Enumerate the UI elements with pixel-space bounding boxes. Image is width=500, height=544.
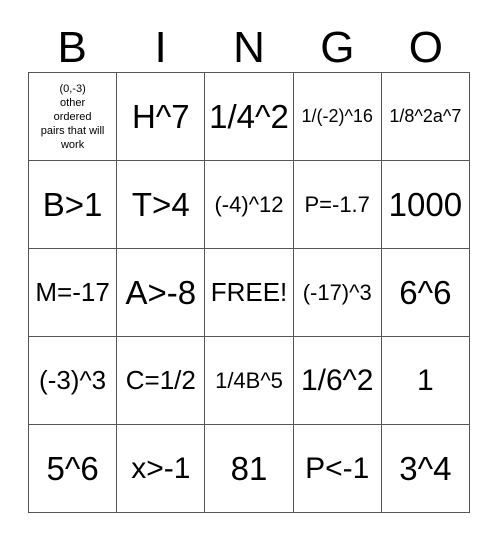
bingo-cell[interactable]: P<-1 [293,425,382,513]
bingo-cell-label: (0,-3) other ordered pairs that will wor… [40,82,105,151]
bingo-cell-label: T>4 [131,185,190,223]
bingo-cell-label: FREE! [210,277,288,307]
bingo-cell[interactable]: B>1 [29,161,118,249]
bingo-cell[interactable]: (-17)^3 [293,249,382,337]
bingo-header-letter-b: B [57,23,87,72]
bingo-cell[interactable]: (0,-3) other ordered pairs that will wor… [29,73,118,161]
bingo-header-letter-i: I [154,23,167,72]
bingo-cell-label: (-4)^12 [214,192,284,217]
bingo-header-letter-o: O [408,23,443,72]
bingo-cell[interactable]: 1/6^2 [293,337,382,425]
bingo-cell[interactable]: (-3)^3 [29,337,118,425]
bingo-cell[interactable]: T>4 [117,161,206,249]
bingo-cell[interactable]: A>-8 [117,249,206,337]
bingo-cell[interactable]: C=1/2 [117,337,206,425]
bingo-grid: (0,-3) other ordered pairs that will wor… [28,72,470,513]
bingo-cell-label: (-3)^3 [39,365,107,395]
bingo-cell-label: 1/8^2a^7 [389,106,462,126]
bingo-cell[interactable]: 1/4^2 [205,73,294,161]
bingo-cell-label: 1/4B^5 [215,368,283,393]
bingo-cell-label: 3^4 [399,449,452,487]
bingo-cell-label: 1/4^2 [209,97,289,135]
bingo-free-cell[interactable]: FREE! [205,249,294,337]
bingo-header-letter-g: G [320,23,355,72]
bingo-cell-label: H^7 [131,97,190,135]
bingo-cell-label: x>-1 [131,452,191,485]
bingo-cell-label: 1/6^2 [300,364,374,397]
bingo-cell-label: 1000 [388,185,463,223]
bingo-cell-label: 1/(-2)^16 [301,106,373,126]
bingo-cell-label: 81 [230,449,268,487]
bingo-card: B I N G O (0,-3) other ordered pairs tha… [0,0,500,544]
bingo-cell[interactable]: 6^6 [381,249,470,337]
bingo-cell-label: M=-17 [35,277,110,307]
bingo-cell[interactable]: 1 [381,337,470,425]
bingo-cell[interactable]: P=-1.7 [293,161,382,249]
bingo-cell[interactable]: H^7 [117,73,206,161]
bingo-cell[interactable]: 1/8^2a^7 [381,73,470,161]
bingo-cell[interactable]: 3^4 [381,425,470,513]
bingo-cell-label: B>1 [42,185,103,223]
bingo-cell[interactable]: M=-17 [29,249,118,337]
bingo-cell[interactable]: 81 [205,425,294,513]
bingo-header-row: B I N G O [28,16,470,72]
bingo-cell-label: 5^6 [46,449,99,487]
bingo-cell[interactable]: 1/4B^5 [205,337,294,425]
bingo-cell-label: 6^6 [399,273,452,311]
bingo-cell[interactable]: 5^6 [29,425,118,513]
bingo-cell-label: C=1/2 [125,365,196,395]
bingo-cell[interactable]: x>-1 [117,425,206,513]
bingo-cell[interactable]: 1/(-2)^16 [293,73,382,161]
bingo-cell[interactable]: (-4)^12 [205,161,294,249]
bingo-cell-label: 1 [417,364,434,397]
bingo-cell[interactable]: 1000 [381,161,470,249]
bingo-cell-label: (-17)^3 [302,280,372,305]
bingo-cell-label: P=-1.7 [304,192,370,217]
bingo-header-letter-n: N [233,23,265,72]
bingo-cell-label: P<-1 [305,452,370,485]
bingo-cell-label: A>-8 [125,273,197,311]
